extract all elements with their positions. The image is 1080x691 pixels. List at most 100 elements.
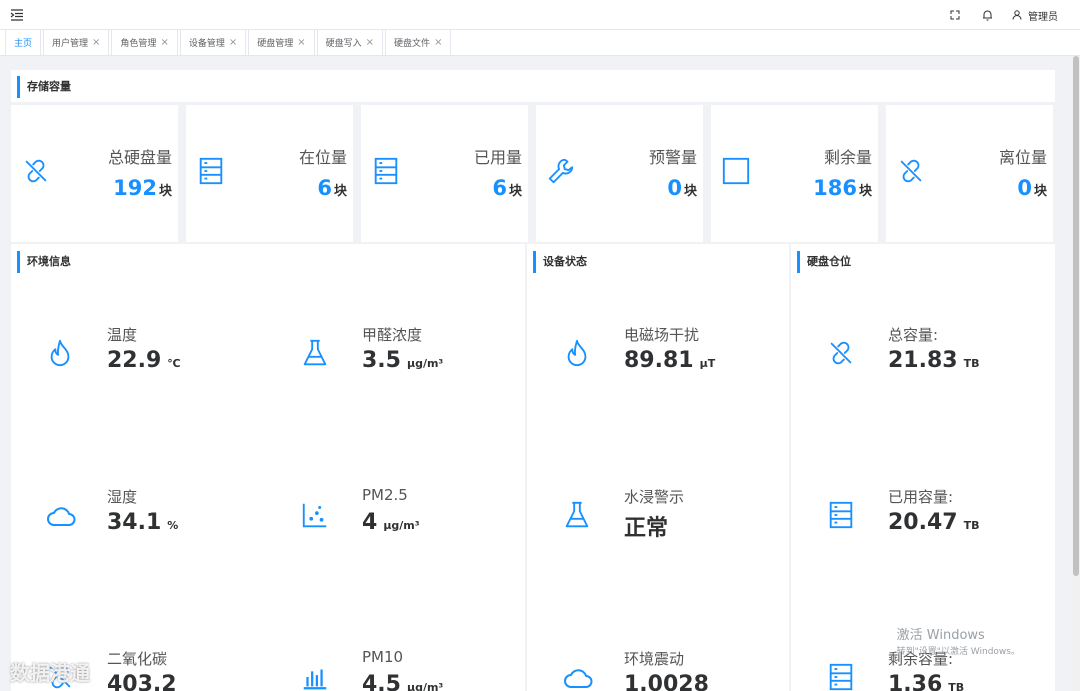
storage-header: 存储容量 — [11, 70, 1055, 102]
tab-label: 硬盘文件 — [394, 39, 431, 49]
stat-value: 0块 — [1017, 176, 1047, 200]
vertical-scrollbar[interactable] — [1072, 56, 1080, 691]
stat-number: 0 — [1017, 176, 1032, 200]
metric-label: 二氧化碳 — [107, 650, 168, 668]
watermark-line1: 激活 Windows — [896, 628, 985, 643]
link-off-icon — [21, 156, 53, 188]
close-icon[interactable]: × — [297, 37, 305, 48]
link-off-icon — [826, 338, 858, 370]
windows-activation-watermark: 激活 Windows 转到"设置"以激活 Windows。 — [897, 624, 1020, 657]
stat-unit: 块 — [508, 184, 522, 199]
metric-label: 温度 — [107, 326, 138, 344]
stat-number: 186 — [813, 176, 857, 200]
section-title-warehouse: 硬盘仓位 — [797, 251, 851, 273]
stat-value: 192 块 — [113, 176, 172, 200]
stat-card-in-place: 在位量 6 块 — [186, 105, 353, 242]
stat-value: 0块 — [667, 176, 697, 200]
fullscreen-icon[interactable] — [948, 8, 962, 22]
stat-unit: 块 — [158, 184, 172, 199]
metric-value: 22.9 ℃ — [107, 348, 181, 373]
metric-value: 4.5 μg/m³ — [362, 672, 443, 691]
stat-number: 192 — [113, 176, 157, 200]
tab-role-management[interactable]: 角色管理 × — [111, 29, 178, 55]
section-title-device: 设备状态 — [533, 251, 587, 273]
metric-number: 34.1 — [107, 510, 162, 535]
stat-number: 6 — [492, 176, 507, 200]
tab-disk-files[interactable]: 硬盘文件 × — [385, 29, 452, 55]
metric-value: 1.36 TB — [888, 672, 964, 691]
metric-label: 环境震动 — [624, 650, 685, 668]
tab-user-management[interactable]: 用户管理 × — [43, 29, 110, 55]
metric-number: 4 — [362, 510, 378, 535]
section-title-environment: 环境信息 — [17, 251, 71, 273]
close-icon[interactable]: × — [434, 37, 442, 48]
metric-label: PM2.5 — [362, 486, 408, 504]
flask-icon — [300, 338, 332, 370]
metric-value: 1.0028 — [624, 672, 715, 691]
stat-card-used: 已用量 6 块 — [361, 105, 528, 242]
metric-value: 3.5 μg/m³ — [362, 348, 443, 373]
metric-number: 20.47 — [888, 510, 958, 535]
close-icon[interactable]: × — [366, 37, 374, 48]
menu-toggle-icon[interactable] — [10, 7, 26, 23]
tab-disk-write[interactable]: 硬盘写入 × — [316, 29, 384, 55]
metric-number: 3.5 — [362, 348, 401, 373]
stat-label: 已用量 — [473, 148, 522, 167]
metric-unit: μg/m³ — [383, 519, 420, 532]
section-title-storage: 存储容量 — [17, 76, 71, 98]
tab-bar: 主页 用户管理 × 角色管理 × 设备管理 × 硬盘管理 × 硬盘写入 × 硬盘文件 × — [0, 29, 1080, 56]
metric-value: 34.1% — [107, 510, 178, 535]
tab-label: 角色管理 — [120, 39, 157, 49]
stat-card-total-disks: 总硬盘量 192 块 — [11, 105, 178, 242]
fire-icon — [45, 338, 77, 370]
metric-value: 403.2 — [107, 672, 183, 691]
stat-label: 剩余量 — [823, 148, 872, 167]
stat-unit: 块 — [683, 184, 697, 199]
metric-number: 22.9 — [107, 348, 162, 373]
scrollbar-thumb[interactable] — [1073, 56, 1079, 576]
scatter-icon — [300, 500, 332, 532]
metric-value: 89.81 μT — [624, 348, 715, 373]
device-panel: 设备状态 — [527, 244, 789, 691]
stat-number: 0 — [667, 176, 682, 200]
server-icon — [826, 500, 858, 532]
user-menu[interactable]: 管理员 — [1012, 8, 1058, 23]
close-icon[interactable]: × — [92, 37, 100, 48]
link-off-icon — [896, 156, 928, 188]
metric-label: 总容量: — [888, 326, 939, 344]
bar-chart-icon — [300, 662, 332, 691]
user-icon — [1012, 10, 1022, 20]
square-icon — [721, 156, 753, 188]
metric-value: 20.47 TB — [888, 510, 979, 535]
close-icon[interactable]: × — [229, 37, 237, 48]
tab-home[interactable]: 主页 — [5, 29, 42, 55]
metric-unit: ℃ — [167, 357, 181, 370]
server-icon — [196, 156, 228, 188]
cloud-icon — [562, 662, 594, 691]
wrench-icon — [546, 156, 578, 188]
tab-label: 硬盘写入 — [325, 39, 362, 49]
metric-label: 水浸警示 — [624, 488, 685, 506]
metric-number: 1.36 — [888, 672, 943, 691]
metric-unit: % — [167, 519, 179, 532]
metric-label: PM10 — [362, 648, 404, 666]
stat-card-warning: 预警量 0 块 — [536, 105, 703, 242]
metric-unit: μT — [699, 357, 716, 370]
metric-number: 1.0028 — [624, 672, 709, 691]
stat-label: 总硬盘量 — [107, 148, 172, 167]
stat-number: 6 — [317, 176, 332, 200]
metric-unit: TB — [963, 357, 980, 370]
tab-label: 设备管理 — [188, 39, 225, 49]
tab-label: 用户管理 — [52, 39, 89, 49]
cloud-icon — [45, 500, 77, 532]
tab-disk-management[interactable]: 硬盘管理 × — [248, 29, 315, 55]
metric-unit: TB — [963, 519, 980, 532]
metric-value: 正常 — [624, 510, 674, 542]
stat-unit: 块 — [858, 184, 872, 199]
brand-watermark: 数据港通 — [10, 661, 90, 685]
close-icon[interactable]: × — [160, 37, 168, 48]
bell-icon[interactable] — [980, 8, 994, 22]
stat-unit: 块 — [333, 184, 347, 199]
tab-device-management[interactable]: 设备管理 × — [179, 29, 247, 55]
stat-card-offline: 离位量 0 块 — [886, 105, 1053, 242]
